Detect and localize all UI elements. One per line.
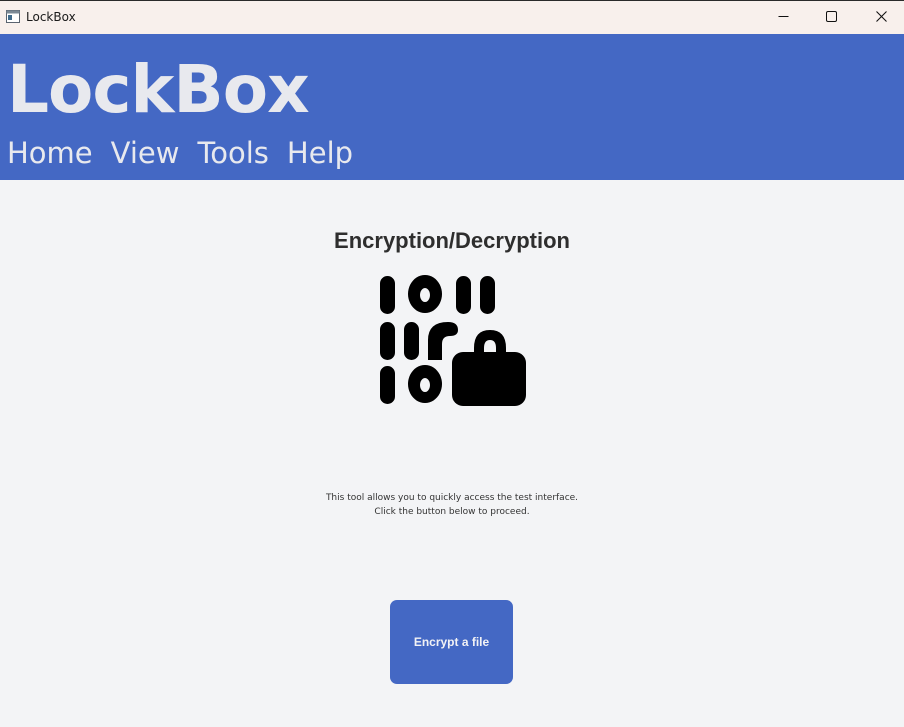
page-title: Encryption/Decryption <box>334 228 570 253</box>
minimize-button[interactable] <box>760 1 806 34</box>
encrypt-file-button[interactable]: Encrypt a file <box>390 600 513 684</box>
app-window: LockBox LockBox Home View Tools Help Enc… <box>0 0 904 727</box>
window-app-icon <box>6 10 20 23</box>
window-title: LockBox <box>26 10 76 24</box>
description-line: This tool allows you to quickly access t… <box>325 493 579 503</box>
description: This tool allows you to quickly access t… <box>0 492 904 519</box>
description-line: Click the button below to proceed. <box>374 506 530 517</box>
main-nav: Home View Tools Help <box>7 134 353 172</box>
app-header: LockBox Home View Tools Help <box>0 34 904 180</box>
nav-view[interactable]: View <box>111 134 180 172</box>
binary-lock-icon <box>378 274 528 414</box>
nav-help[interactable]: Help <box>287 134 353 172</box>
nav-home[interactable]: Home <box>7 134 93 172</box>
title-bar: LockBox <box>0 0 904 34</box>
nav-tools[interactable]: Tools <box>197 134 268 172</box>
close-button[interactable] <box>858 1 904 34</box>
brand-title: LockBox <box>7 51 310 128</box>
main-content: Encryption/Decryption This tool allows y… <box>0 180 904 727</box>
close-icon <box>875 9 887 27</box>
maximize-icon <box>825 9 837 27</box>
maximize-button[interactable] <box>808 1 854 34</box>
minimize-icon <box>778 9 789 27</box>
